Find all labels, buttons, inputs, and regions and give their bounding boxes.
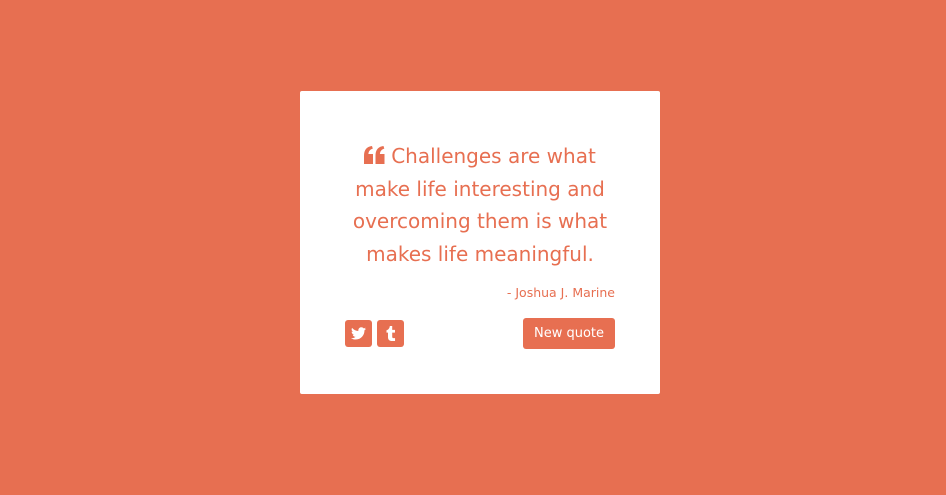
twitter-icon bbox=[351, 327, 366, 340]
tumblr-icon bbox=[386, 326, 396, 341]
quote-left-icon bbox=[364, 146, 385, 164]
tumblr-share-button[interactable] bbox=[377, 320, 404, 347]
quote-box: Challenges are what make life interestin… bbox=[300, 91, 660, 394]
tweet-quote-button[interactable] bbox=[345, 320, 372, 347]
quote-text: Challenges are what make life interestin… bbox=[345, 140, 615, 270]
new-quote-button[interactable]: New quote bbox=[523, 318, 615, 349]
quote-author: - Joshua J. Marine bbox=[506, 285, 615, 300]
quote-body: Challenges are what make life interestin… bbox=[352, 144, 608, 266]
